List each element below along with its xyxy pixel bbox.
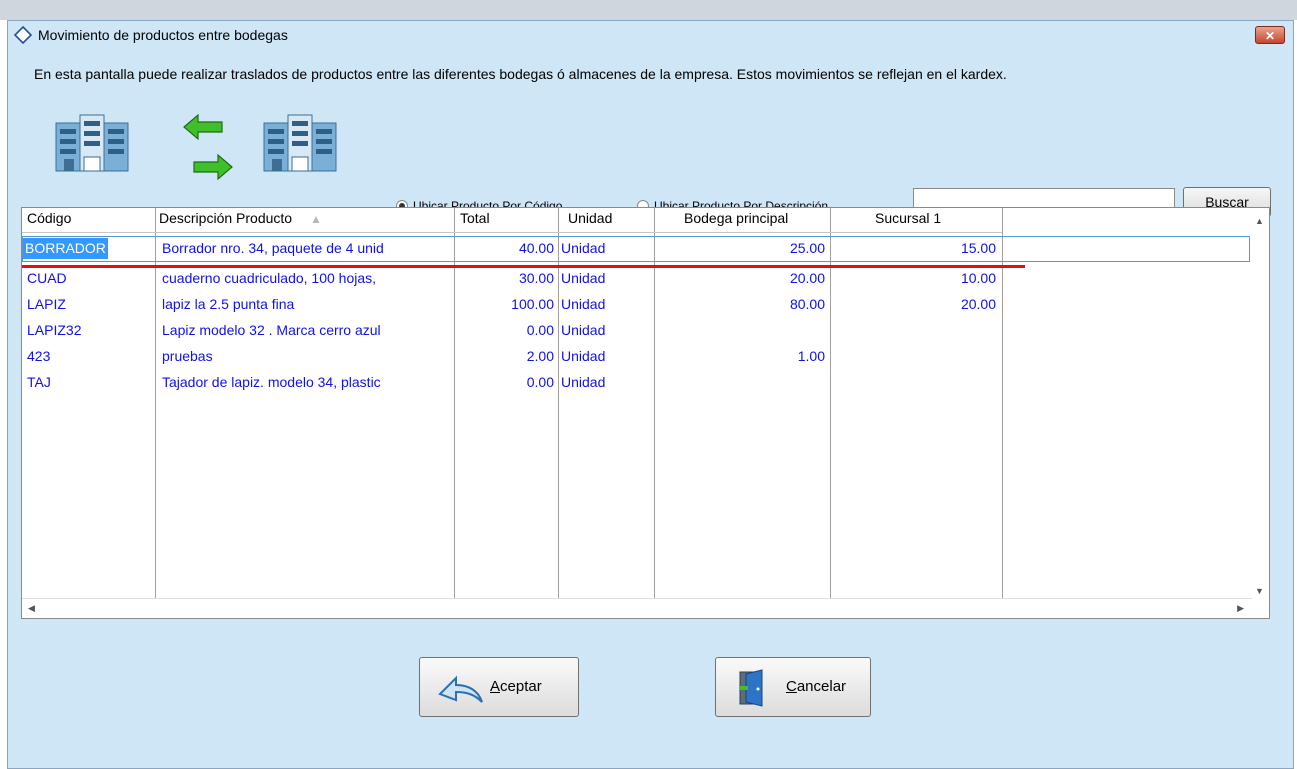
description-text: En esta pantalla puede realizar traslado… xyxy=(34,66,1007,82)
cell-bodega: 20.00 xyxy=(789,270,825,286)
warehouse-left-icon xyxy=(55,114,129,172)
horizontal-scrollbar[interactable]: ◀ ▶ xyxy=(22,598,1252,618)
cell-bodega: 1.00 xyxy=(797,348,825,364)
cell-description: pruebas xyxy=(162,348,213,364)
cell-total: 0.00 xyxy=(526,374,554,390)
cell-description: Lapiz modelo 32 . Marca cerro azul xyxy=(162,322,381,338)
cell-code: BORRADOR xyxy=(23,238,108,259)
cell-code: 423 xyxy=(27,348,51,364)
header-descripcion[interactable]: Descripción Producto ▲ xyxy=(159,210,322,226)
cancel-mnemonic: C xyxy=(786,678,797,695)
accept-label-rest: ceptar xyxy=(500,678,542,695)
table-row[interactable]: CUAD cuaderno cuadriculado, 100 hojas, 3… xyxy=(22,266,1250,292)
cancel-label: Cancelar xyxy=(786,678,846,695)
scroll-up-icon[interactable]: ▲ xyxy=(1255,216,1264,226)
cell-code: LAPIZ32 xyxy=(27,322,82,338)
cell-unit: Unidad xyxy=(561,240,606,256)
exit-door-icon xyxy=(739,669,763,707)
cell-sucursal: 15.00 xyxy=(960,240,996,256)
cancel-label-rest: ancelar xyxy=(796,678,847,695)
scroll-left-icon[interactable]: ◀ xyxy=(28,603,35,614)
arrow-left-icon xyxy=(183,113,223,141)
cell-bodega: 80.00 xyxy=(789,296,825,312)
accept-mnemonic: A xyxy=(490,678,501,695)
cell-description: cuaderno cuadriculado, 100 hojas, xyxy=(162,270,377,286)
annotation-underline xyxy=(22,265,1025,268)
warehouse-right-icon xyxy=(263,114,337,172)
cell-description: Borrador nro. 34, paquete de 4 unid xyxy=(162,240,384,256)
cell-code: TAJ xyxy=(27,374,51,390)
close-button[interactable]: ✕ xyxy=(1255,26,1285,44)
dialog-window: Movimiento de productos entre bodegas ✕ … xyxy=(7,20,1294,769)
cell-total: 0.00 xyxy=(526,322,554,338)
header-total[interactable]: Total xyxy=(460,210,490,226)
header-descripcion-label: Descripción Producto xyxy=(159,210,293,226)
cell-total: 2.00 xyxy=(526,348,554,364)
cell-unit: Unidad xyxy=(561,348,606,364)
header-bodega-principal[interactable]: Bodega principal xyxy=(684,210,788,226)
scroll-down-icon[interactable]: ▼ xyxy=(1255,586,1264,596)
cell-unit: Unidad xyxy=(561,322,606,338)
window-title: Movimiento de productos entre bodegas xyxy=(38,27,288,43)
title-bar: Movimiento de productos entre bodegas ✕ xyxy=(8,21,1293,49)
cell-total: 30.00 xyxy=(518,270,554,286)
vertical-scrollbar[interactable]: ▲ ▼ xyxy=(1250,208,1269,600)
cell-total: 40.00 xyxy=(518,240,554,256)
cell-unit: Unidad xyxy=(561,374,606,390)
cancel-button[interactable]: Cancelar xyxy=(715,657,871,717)
header-sucursal-1[interactable]: Sucursal 1 xyxy=(875,210,941,226)
accept-button[interactable]: Aceptar xyxy=(419,657,579,717)
sort-ascending-icon: ▲ xyxy=(309,212,322,226)
table-row[interactable]: 423 pruebas 2.00 Unidad 1.00 xyxy=(22,344,1250,370)
app-icon xyxy=(14,26,32,44)
table-row[interactable]: TAJ Tajador de lapiz. modelo 34, plastic… xyxy=(22,370,1250,396)
header-codigo[interactable]: Código xyxy=(27,210,71,226)
cell-unit: Unidad xyxy=(561,296,606,312)
accept-icon xyxy=(438,675,483,703)
scroll-right-icon[interactable]: ▶ xyxy=(1237,603,1244,614)
cell-total: 100.00 xyxy=(511,296,554,312)
table-row[interactable]: LAPIZ lapiz la 2.5 punta fina 100.00 Uni… xyxy=(22,292,1250,318)
header-separator xyxy=(22,232,1002,233)
background-strip xyxy=(0,0,1297,20)
cell-bodega: 25.00 xyxy=(789,240,825,256)
table-row-selected[interactable]: BORRADOR Borrador nro. 34, paquete de 4 … xyxy=(22,236,1250,262)
table-row[interactable]: LAPIZ32 Lapiz modelo 32 . Marca cerro az… xyxy=(22,318,1250,344)
cell-code: CUAD xyxy=(27,270,67,286)
arrow-right-icon xyxy=(193,153,233,181)
cell-code: LAPIZ xyxy=(27,296,66,312)
cell-sucursal: 20.00 xyxy=(960,296,996,312)
products-grid[interactable]: Código Descripción Producto ▲ Total Unid… xyxy=(21,207,1270,619)
header-unidad[interactable]: Unidad xyxy=(568,210,612,226)
accept-label: Aceptar xyxy=(490,678,542,695)
cell-unit: Unidad xyxy=(561,270,606,286)
cell-description: lapiz la 2.5 punta fina xyxy=(162,296,295,312)
cell-sucursal: 10.00 xyxy=(960,270,996,286)
cell-description: Tajador de lapiz. modelo 34, plastic xyxy=(162,374,381,390)
